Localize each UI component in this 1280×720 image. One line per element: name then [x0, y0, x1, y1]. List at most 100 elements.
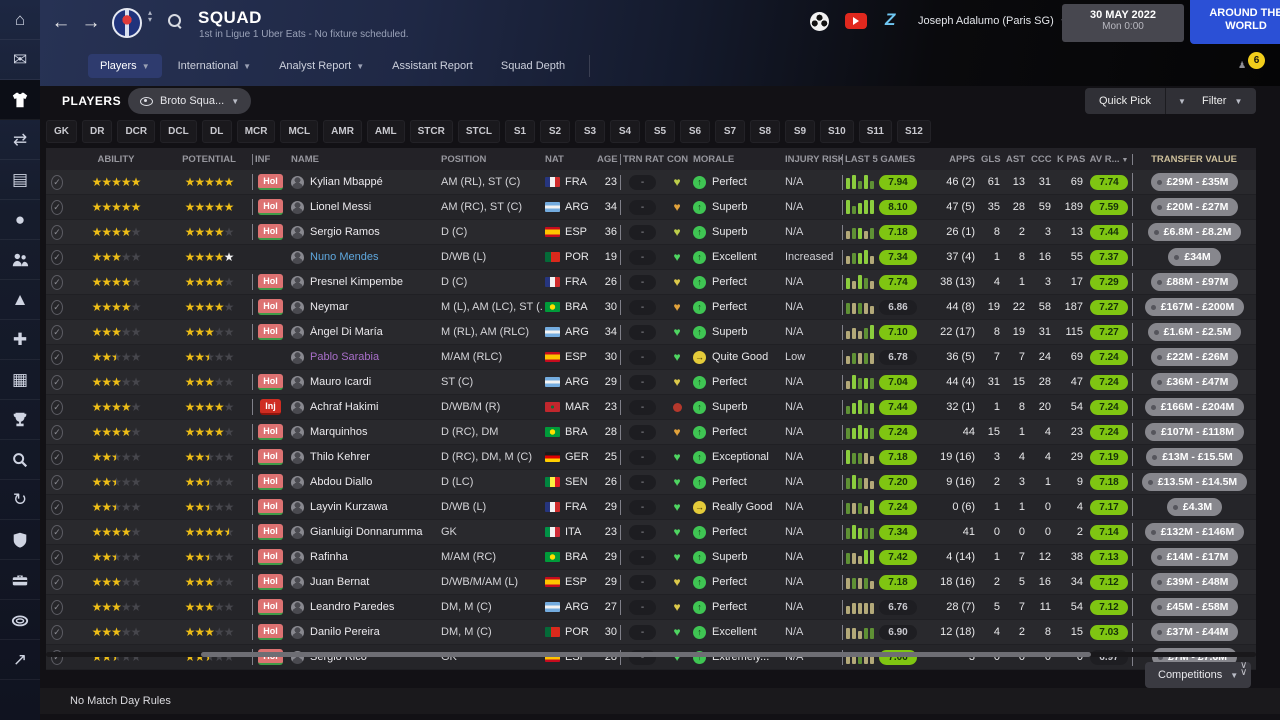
search-icon[interactable]	[168, 14, 182, 33]
column-header-AV R...[interactable]: AV R... ▼	[1086, 154, 1132, 165]
player-row[interactable]: ✓ ★★★★★★ ★★★★★★ Hol Layvin Kurzawa D/WB (L) FR…	[46, 495, 1256, 520]
info-badge-hol[interactable]: Hol	[258, 524, 283, 540]
position-filter-s9[interactable]: S9	[784, 120, 815, 143]
continue-button[interactable]: AROUND THE WORLD › 👤2	[1190, 0, 1280, 44]
selected-check-icon[interactable]: ✓	[51, 199, 63, 215]
selected-check-icon[interactable]: ✓	[51, 274, 63, 290]
club-crest[interactable]	[112, 8, 142, 38]
selected-check-icon[interactable]: ✓	[51, 624, 63, 640]
column-header-INJURY RISK[interactable]: INJURY RISK	[782, 154, 842, 165]
position-filter-s7[interactable]: S7	[714, 120, 745, 143]
position-filter-s12[interactable]: S12	[896, 120, 931, 143]
selected-check-icon[interactable]: ✓	[51, 499, 63, 515]
selected-check-icon[interactable]: ✓	[51, 424, 63, 440]
position-filter-stcl[interactable]: STCL	[457, 120, 500, 143]
column-header-TRANSFER VALUE[interactable]: TRANSFER VALUE	[1132, 154, 1256, 165]
tab-squad-depth[interactable]: Squad Depth	[489, 54, 577, 78]
position-filter-s8[interactable]: S8	[749, 120, 780, 143]
quick-pick-button[interactable]: Quick Pick ▼	[1085, 88, 1198, 114]
sidebar-item-club-vision[interactable]: ●	[0, 200, 40, 240]
column-header-CON[interactable]: CON	[664, 154, 690, 165]
filter-button[interactable]: Filter ▼	[1188, 88, 1257, 114]
notification-badge[interactable]: 6	[1248, 52, 1265, 69]
player-name[interactable]: Kylian Mbappé	[310, 176, 383, 188]
selected-check-icon[interactable]: ✓	[51, 349, 63, 365]
column-header-MORALE[interactable]: MORALE	[690, 154, 782, 165]
player-row[interactable]: ✓★★★★★★★★★★★★HolSergio RicoGKESP28-♥↑Ext…	[46, 645, 1256, 670]
info-badge-hol[interactable]: Hol	[258, 424, 283, 440]
info-badge-hol[interactable]: Hol	[258, 549, 283, 565]
football-icon[interactable]	[810, 12, 829, 31]
player-name[interactable]: Nuno Mendes	[310, 251, 379, 263]
player-row[interactable]: ✓★★★★★★★★★★★HolGianluigi DonnarummaGKITA…	[46, 520, 1256, 545]
position-filter-dcl[interactable]: DCL	[160, 120, 197, 143]
sidebar-item-schedule[interactable]: ▦	[0, 360, 40, 400]
position-filter-aml[interactable]: AML	[366, 120, 405, 143]
player-row[interactable]: ✓ ★★★★★★ ★★★★★★ Hol Abdou Diallo D (LC) SEN 26-…	[46, 470, 1256, 495]
sidebar-item-medical-centre[interactable]: ✚	[0, 320, 40, 360]
sidebar-item-home[interactable]: ⌂	[0, 0, 40, 40]
tab-players[interactable]: Players ▼	[88, 54, 162, 78]
player-row[interactable]: ✓ ★★★★★ ★★★★★ Hol Danilo Pereira DM, M (C) POR…	[46, 620, 1256, 645]
player-row[interactable]: ✓ ★★★★★ ★★★★★ Hol Presnel Kimpembe D (C) FRA 26…	[46, 270, 1256, 295]
youtube-icon[interactable]	[845, 13, 867, 29]
selected-check-icon[interactable]: ✓	[51, 574, 63, 590]
info-badge-hol[interactable]: Hol	[258, 624, 283, 640]
selected-check-icon[interactable]: ✓	[51, 449, 63, 465]
tab-analyst-report[interactable]: Analyst Report ▼	[267, 54, 376, 78]
position-filter-s5[interactable]: S5	[644, 120, 675, 143]
column-header-K PAS[interactable]: K PAS	[1054, 154, 1086, 165]
player-row[interactable]: ✓ ★★★★★★ ★★★★★★ Hol Thilo Kehrer D (RC), DM, …	[46, 445, 1256, 470]
collapse-panel-icon[interactable]: ∨ ∨	[1240, 661, 1247, 678]
column-header-AGE[interactable]: AGE	[594, 154, 620, 165]
selected-check-icon[interactable]: ✓	[51, 524, 63, 540]
selected-check-icon[interactable]: ✓	[51, 299, 63, 315]
player-name[interactable]: Juan Bernat	[310, 576, 369, 588]
selected-check-icon[interactable]: ✓	[51, 599, 63, 615]
player-name[interactable]: Danilo Pereira	[310, 626, 380, 638]
player-name[interactable]: Gianluigi Donnarumma	[310, 526, 423, 538]
player-row[interactable]: ✓ ★★★★★ ★★★★★ Hol Lionel Messi AM (RC), ST (C…	[46, 195, 1256, 220]
column-header-POTENTIAL[interactable]: POTENTIAL	[166, 154, 252, 165]
position-filter-mcl[interactable]: MCL	[280, 120, 319, 143]
column-header-NAT[interactable]: NAT	[542, 154, 594, 165]
selected-check-icon[interactable]: ✓	[51, 324, 63, 340]
selected-check-icon[interactable]: ✓	[51, 374, 63, 390]
info-badge-hol[interactable]: Hol	[258, 474, 283, 490]
player-row[interactable]: ✓ ★★★★★ ★★★★★ Hol Neymar M (L), AM (LC), ST (…	[46, 295, 1256, 320]
column-header-AST[interactable]: AST	[1003, 154, 1028, 165]
player-row[interactable]: ✓ ★★★★★ ★★★★★ Hol Ángel Di María M (RL), AM (…	[46, 320, 1256, 345]
selected-check-icon[interactable]: ✓	[51, 549, 63, 565]
player-row[interactable]: ✓ ★★★★★ ★★★★★ Hol Sergio Ramos D (C) ESP 36- ♥ ↑ S…	[46, 220, 1256, 245]
selected-check-icon[interactable]: ✓	[51, 399, 63, 415]
player-row[interactable]: ✓ ★★★★★★ ★★★★★★ Pablo Sarabia M/AM (RLC) ESP 3…	[46, 345, 1256, 370]
position-filter-s3[interactable]: S3	[574, 120, 605, 143]
column-header-APPS[interactable]: APPS	[928, 154, 978, 165]
info-badge-hol[interactable]: Hol	[258, 299, 283, 315]
player-name[interactable]: Ángel Di María	[310, 326, 383, 338]
selected-check-icon[interactable]: ✓	[51, 174, 63, 190]
position-filter-gk[interactable]: GK	[46, 120, 77, 143]
position-filter-dr[interactable]: DR	[82, 120, 113, 143]
club-switch-carets[interactable]: ▴ ▾	[148, 9, 152, 24]
sidebar-item-transfer-centre[interactable]: ↻	[0, 480, 40, 520]
sidebar-item-dynamics[interactable]: ▲	[0, 280, 40, 320]
info-badge-inj[interactable]: Inj	[260, 399, 281, 415]
game-date[interactable]: 30 MAY 2022 Mon 0:00	[1062, 4, 1184, 42]
player-row[interactable]: ✓ ★★★★★ ★★★★★ Nuno Mendes D/WB (L) POR 19- ♥ ↑ Ex…	[46, 245, 1256, 270]
info-badge-hol[interactable]: Hol	[258, 274, 283, 290]
info-badge-hol[interactable]: Hol	[258, 374, 283, 390]
sidebar-item-squad[interactable]	[0, 80, 40, 120]
sidebar-item-scouting[interactable]	[0, 440, 40, 480]
sidebar-item-staff[interactable]	[0, 240, 40, 280]
position-filter-s2[interactable]: S2	[539, 120, 570, 143]
column-header-POSITION[interactable]: POSITION	[438, 154, 542, 165]
position-filter-s11[interactable]: S11	[858, 120, 892, 143]
column-header-NAME[interactable]: NAME	[288, 154, 438, 165]
position-filter-stcr[interactable]: STCR	[409, 120, 453, 143]
sidebar-item-club-info[interactable]	[0, 520, 40, 560]
selected-check-icon[interactable]: ✓	[51, 249, 63, 265]
tab-international[interactable]: International ▼	[166, 54, 263, 78]
player-name[interactable]: Thilo Kehrer	[310, 451, 370, 463]
position-filter-s10[interactable]: S10	[819, 120, 854, 143]
